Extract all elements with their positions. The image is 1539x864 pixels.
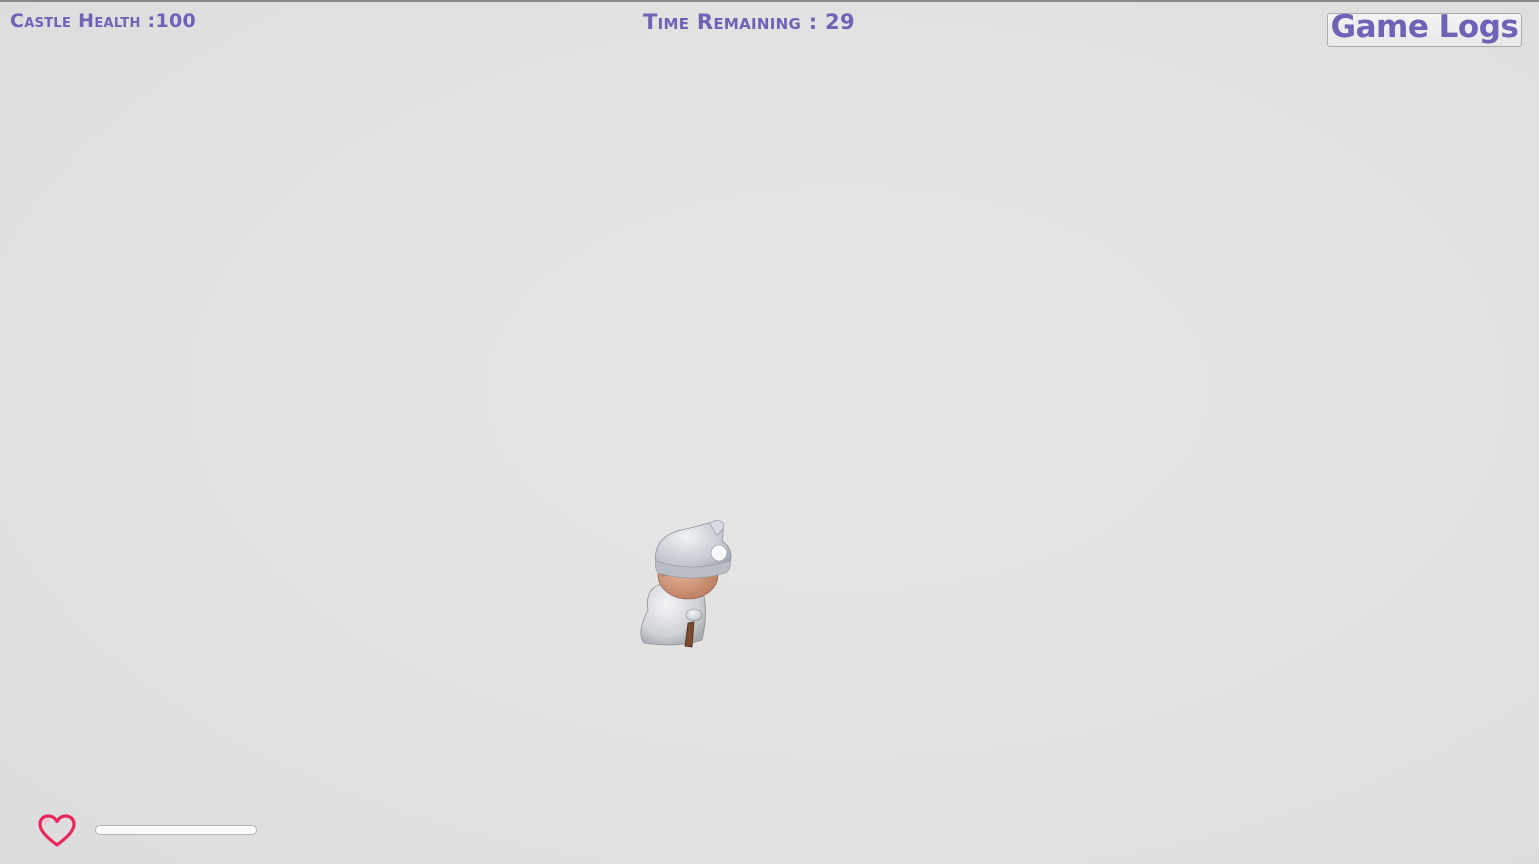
player-health-bar-fill [96,826,256,834]
heart-icon [38,814,76,847]
game-logs-button-label: Game Logs [1330,8,1519,45]
player-health-bar [95,825,257,835]
game-logs-button[interactable]: Game Logs [1327,8,1522,47]
window-top-border [0,0,1539,2]
time-remaining-label: Time Remaining : 29 [643,10,855,34]
gnome-character[interactable] [630,515,750,655]
castle-health-label: Castle Health :100 [10,10,197,32]
